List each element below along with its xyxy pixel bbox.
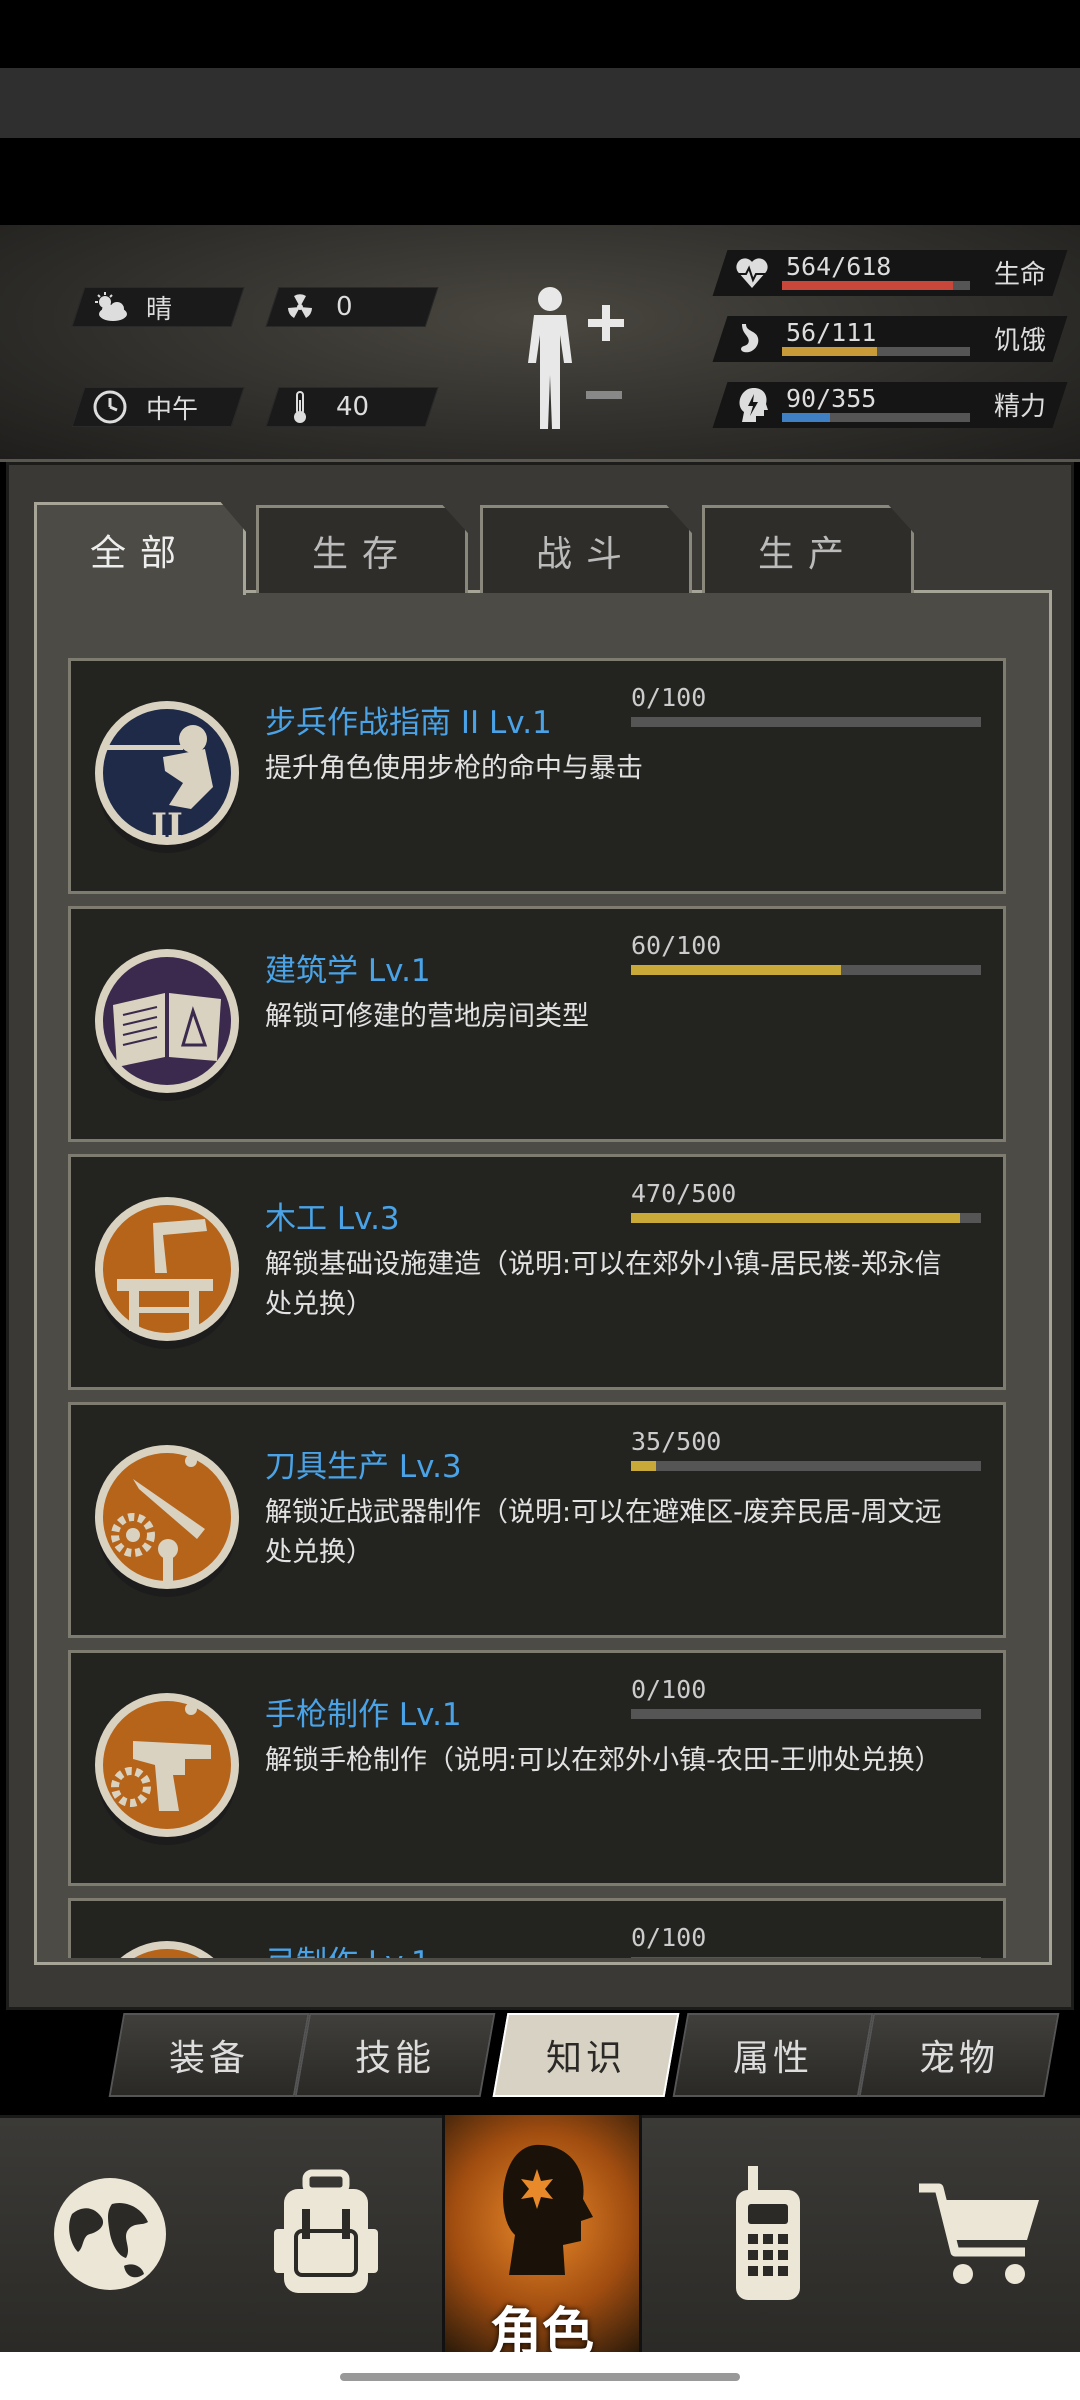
skill-desc: 解锁基础设施建造（说明:可以在郊外小镇-居民楼-郑永信处兑换）	[265, 1249, 942, 1320]
skill-card[interactable]: II 步兵作战指南 II Lv.1 提升角色使用步枪的命中与暴击 0/100	[68, 658, 1006, 894]
radiation-value: 0	[336, 292, 353, 322]
carpentry-icon	[93, 1183, 241, 1355]
hunger-stat: 56/111 饥饿	[712, 316, 1068, 362]
clock-icon	[90, 387, 130, 427]
weather-text: 晴	[146, 294, 173, 325]
tab-survival[interactable]: 生存	[256, 505, 468, 593]
thermometer-icon	[280, 387, 320, 427]
nav-radio-button[interactable]	[688, 2115, 848, 2352]
energy-label: 精力	[994, 392, 1047, 422]
body-status-button[interactable]	[520, 283, 640, 433]
subnav-pets[interactable]: 宠物	[858, 2013, 1060, 2097]
nav-shop-button[interactable]	[900, 2115, 1060, 2352]
hunger-bar	[782, 347, 877, 356]
weather-chip: 晴	[90, 287, 172, 327]
energy-value: 90/355	[786, 384, 877, 413]
system-bar	[0, 68, 1080, 138]
skill-progress-text: 470/500	[631, 1179, 737, 1208]
book-icon	[93, 935, 241, 1107]
svg-text:II: II	[151, 806, 183, 846]
skill-list[interactable]: II 步兵作战指南 II Lv.1 提升角色使用步枪的命中与暴击 0/100 建…	[34, 640, 1052, 1958]
subnav-attributes[interactable]: 属性	[672, 2013, 874, 2097]
health-value: 564/618	[786, 252, 892, 281]
skill-progress-text: 60/100	[631, 931, 722, 960]
skill-card[interactable]: 建筑学 Lv.1 解锁可修建的营地房间类型 60/100	[68, 906, 1006, 1142]
skill-card[interactable]: 手枪制作 Lv.1 解锁手枪制作（说明:可以在郊外小镇-农田-王帅处兑换） 0/…	[68, 1650, 1006, 1886]
cloud-sun-icon	[90, 287, 130, 327]
head-bolt-icon	[739, 388, 768, 422]
skill-title: 刀具生产 Lv.3	[265, 1449, 462, 1485]
skill-title: 建筑学 Lv.1	[265, 953, 431, 989]
skill-desc: 解锁近战武器制作（说明:可以在避难区-废弃民居-周文远处兑换）	[265, 1497, 942, 1568]
body-figure-icon	[528, 287, 624, 429]
skill-title: 步兵作战指南 II Lv.1	[265, 705, 552, 741]
health-stat: 564/618 生命	[712, 250, 1068, 296]
time-text: 中午	[146, 394, 199, 425]
skill-title: 手枪制作 Lv.1	[265, 1697, 462, 1733]
temperature-value: 40	[336, 392, 370, 422]
skill-title: 弓制作 Lv.1	[265, 1937, 431, 1958]
tab-combat[interactable]: 战斗	[480, 505, 692, 593]
skill-progress-text: 0/100	[631, 1923, 707, 1952]
radiation-icon	[280, 287, 320, 327]
skill-title: 木工 Lv.3	[265, 1201, 400, 1237]
skill-progress-bar	[631, 965, 841, 975]
bow-icon	[93, 1927, 241, 1958]
skill-desc: 提升角色使用步枪的命中与暴击	[265, 753, 643, 784]
skill-progress-text: 0/100	[631, 1675, 707, 1704]
skill-progress-bar	[631, 1213, 960, 1223]
walkie-talkie-icon	[736, 2165, 800, 2300]
tab-all[interactable]: 全部	[34, 502, 246, 595]
skill-card[interactable]: 木工 Lv.3 解锁基础设施建造（说明:可以在郊外小镇-居民楼-郑永信处兑换） …	[68, 1154, 1006, 1390]
cart-icon	[919, 2183, 1039, 2284]
subnav-equipment[interactable]: 装备	[108, 2013, 310, 2097]
heart-icon	[736, 258, 768, 288]
hunger-label: 饥饿	[994, 326, 1047, 356]
skill-card[interactable]: 弓制作 Lv.1 0/100	[68, 1898, 1006, 1958]
subnav-skills[interactable]: 技能	[294, 2013, 496, 2097]
rifle-soldier-icon: II	[93, 687, 241, 859]
nav-map-button[interactable]	[30, 2115, 190, 2352]
skill-desc: 解锁手枪制作（说明:可以在郊外小镇-农田-王帅处兑换）	[265, 1745, 942, 1776]
health-bar	[782, 281, 954, 290]
top-spacer	[0, 138, 1080, 225]
pistol-gear-icon	[93, 1679, 241, 1851]
time-chip: 中午	[90, 387, 198, 427]
stomach-icon	[741, 324, 759, 353]
radiation-chip: 0	[280, 287, 353, 327]
skill-progress-bar	[631, 1461, 656, 1471]
character-icon	[503, 2144, 593, 2275]
health-label: 生命	[994, 260, 1047, 290]
backpack-icon	[274, 2169, 378, 2293]
temperature-chip: 40	[280, 387, 369, 427]
knife-gear-icon	[93, 1431, 241, 1603]
home-indicator[interactable]	[340, 2373, 740, 2381]
globe-icon	[54, 2177, 166, 2290]
skill-card[interactable]: 刀具生产 Lv.3 解锁近战武器制作（说明:可以在避难区-废弃民居-周文远处兑换…	[68, 1402, 1006, 1638]
nav-backpack-button[interactable]	[246, 2115, 406, 2352]
subnav-knowledge[interactable]: 知识	[492, 2013, 680, 2097]
energy-bar	[782, 413, 830, 422]
hunger-value: 56/111	[786, 318, 877, 347]
tab-production[interactable]: 生产	[702, 505, 914, 593]
skill-progress-text: 0/100	[631, 683, 707, 712]
skill-progress-text: 35/500	[631, 1427, 722, 1456]
status-bar	[0, 0, 1080, 68]
energy-stat: 90/355 精力	[712, 382, 1068, 428]
skill-desc: 解锁可修建的营地房间类型	[265, 1001, 589, 1032]
